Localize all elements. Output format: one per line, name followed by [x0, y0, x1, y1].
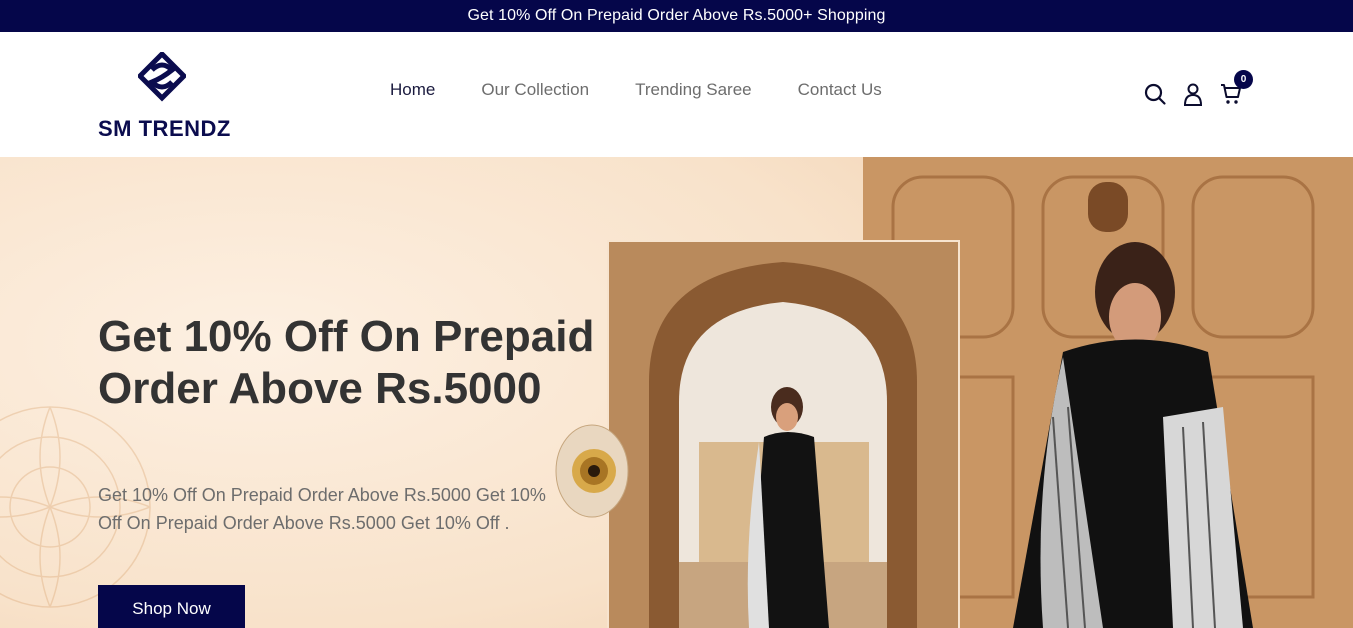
hero-title: Get 10% Off On Prepaid Order Above Rs.50… [98, 312, 595, 413]
hero-inset-photo [607, 240, 960, 628]
logo-mark-icon [138, 52, 186, 102]
hero-description: Get 10% Off On Prepaid Order Above Rs.50… [98, 485, 546, 533]
cart-icon[interactable]: 0 [1219, 70, 1253, 106]
main-nav: Home Our Collection Trending Saree Conta… [390, 80, 882, 100]
shop-now-button[interactable]: Shop Now [98, 585, 245, 628]
user-icon[interactable] [1181, 82, 1205, 106]
brand-logo[interactable]: SM TRENDZ [98, 50, 238, 141]
brand-name: SM TRENDZ [98, 116, 231, 141]
cart-count-badge: 0 [1234, 70, 1253, 89]
nav-item-trending-saree[interactable]: Trending Saree [635, 80, 752, 100]
announcement-text: Get 10% Off On Prepaid Order Above Rs.50… [467, 7, 886, 24]
hero-banner: Get 10% Off On Prepaid Order Above Rs.50… [0, 157, 1353, 628]
header-icons: 0 [1143, 70, 1253, 106]
announcement-bar: Get 10% Off On Prepaid Order Above Rs.50… [0, 0, 1353, 32]
nav-item-our-collection[interactable]: Our Collection [481, 80, 589, 100]
nav-item-home[interactable]: Home [390, 80, 435, 100]
site-header: SM TRENDZ Home Our Collection Trending S… [0, 32, 1353, 157]
nav-item-contact-us[interactable]: Contact Us [798, 80, 882, 100]
rosette-decoration-icon [555, 424, 629, 518]
search-icon[interactable] [1143, 82, 1167, 106]
